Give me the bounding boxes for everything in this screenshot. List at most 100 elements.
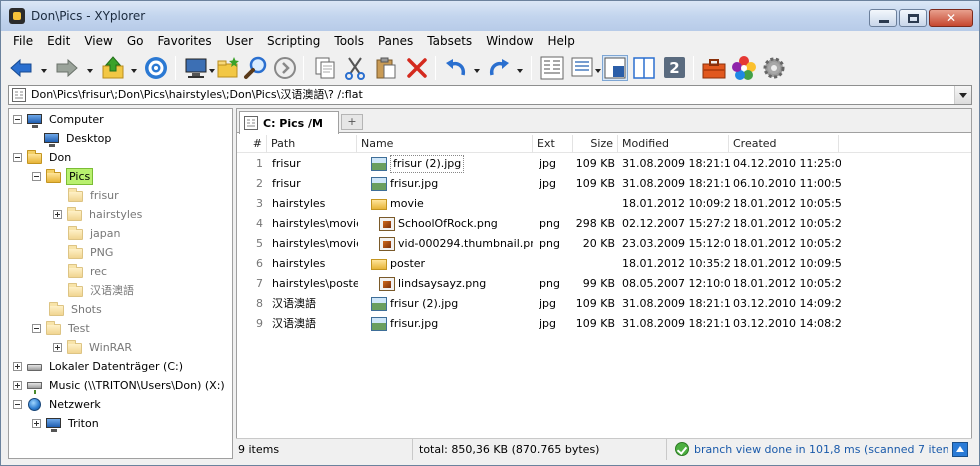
tree-item-frisur[interactable]: frisur: [67, 186, 121, 205]
expand-icon[interactable]: [53, 210, 62, 219]
menu-user[interactable]: User: [219, 34, 260, 48]
tree-item-netzwerk[interactable]: Netzwerk: [13, 395, 103, 414]
find-files-button[interactable]: [243, 55, 269, 81]
expand-icon[interactable]: [32, 419, 41, 428]
file-row[interactable]: 1 frisur jpg 109 KB 31.08.2009 18:21:10 04.12…: [237, 154, 971, 174]
delete-button[interactable]: [404, 55, 430, 81]
tree-item-rec[interactable]: rec: [67, 262, 109, 281]
preview-pane-button[interactable]: [602, 55, 628, 81]
toolbox-button[interactable]: [701, 55, 727, 81]
file-row[interactable]: 8 汉语澳語 jpg 109 KB 31.08.2009 18:21:10 03.12.2…: [237, 294, 971, 314]
column-size[interactable]: Size: [573, 135, 618, 153]
undo-dropdown[interactable]: [473, 65, 481, 73]
menu-go[interactable]: Go: [120, 34, 151, 48]
tab-pics[interactable]: C: Pics /M: [239, 111, 339, 134]
collapse-icon[interactable]: [32, 324, 41, 333]
tree-item-japan[interactable]: japan: [67, 224, 123, 243]
menu-favorites[interactable]: Favorites: [150, 34, 218, 48]
tree-item-music-drive[interactable]: Music (\\TRITON\Users\Don) (X:): [13, 376, 227, 395]
up-dropdown[interactable]: [130, 65, 138, 73]
file-row[interactable]: 7 hairstyles\poster png 99 KB 08.05.2007 12:…: [237, 274, 971, 294]
column-index[interactable]: #: [237, 135, 267, 153]
cell-size: 109 KB: [575, 177, 615, 190]
file-row[interactable]: 3 hairstyles 18.01.2012 10:09:27 18.01.2012…: [237, 194, 971, 214]
menu-file[interactable]: File: [6, 34, 40, 48]
close-button[interactable]: ✕: [929, 9, 973, 27]
paste-button[interactable]: [373, 55, 399, 81]
collapse-icon[interactable]: [32, 172, 41, 181]
collapse-icon[interactable]: [13, 115, 22, 124]
folder-tree[interactable]: Computer Desktop Don Pics frisur hairsty…: [8, 108, 233, 459]
column-path[interactable]: Path: [267, 135, 357, 153]
tree-item-test[interactable]: Test: [32, 319, 92, 338]
tree-item-shots[interactable]: Shots: [48, 300, 104, 319]
column-name[interactable]: Name: [357, 135, 533, 153]
view-mode-dropdown[interactable]: [594, 65, 602, 73]
menu-window[interactable]: Window: [479, 34, 540, 48]
column-ext[interactable]: Ext: [533, 135, 573, 153]
tree-item-png[interactable]: PNG: [67, 243, 115, 262]
dropdown-arrow-icon: [517, 69, 523, 73]
hotlist-button[interactable]: [143, 55, 169, 81]
collapse-icon[interactable]: [13, 153, 22, 162]
menu-help[interactable]: Help: [541, 34, 582, 48]
branch-view-button[interactable]: [539, 55, 565, 81]
tree-item-hairstyles[interactable]: hairstyles: [53, 205, 144, 224]
column-created[interactable]: Created: [729, 135, 839, 153]
tree-item-pics[interactable]: Pics: [32, 167, 94, 186]
forward-history-dropdown[interactable]: [86, 65, 94, 73]
expand-icon[interactable]: [53, 343, 62, 352]
new-tab-button[interactable]: +: [341, 114, 363, 130]
cell-ext: png: [539, 217, 560, 230]
drives-button[interactable]: [183, 55, 209, 81]
file-row[interactable]: 9 汉语澳語 jpg 109 KB 31.08.2009 18:21:10 03.12.2…: [237, 314, 971, 334]
tree-item-triton[interactable]: Triton: [32, 414, 101, 433]
expand-icon[interactable]: [13, 381, 22, 390]
copy-button[interactable]: [312, 55, 338, 81]
file-row[interactable]: 4 hairstyles\movie png 298 KB 02.12.2007 15:…: [237, 214, 971, 234]
file-row[interactable]: 5 hairstyles\movie png 20 KB 23.03.2009 15:1…: [237, 234, 971, 254]
dual-pane-button[interactable]: [632, 55, 658, 81]
title-bar[interactable]: Don\Pics - XYplorer ✕: [1, 1, 979, 31]
status-arrow-up-icon[interactable]: [952, 442, 968, 457]
back-history-dropdown[interactable]: [40, 65, 48, 73]
refresh-button[interactable]: [272, 55, 298, 81]
tree-item-local-drive[interactable]: Lokaler Datenträger (C:): [13, 357, 185, 376]
forward-button[interactable]: [54, 55, 80, 81]
tree-item-label: Computer: [49, 113, 104, 126]
color-filter-button[interactable]: [731, 55, 757, 81]
undo-button[interactable]: [443, 55, 469, 81]
view-mode-button[interactable]: [570, 55, 596, 81]
menu-view[interactable]: View: [77, 34, 119, 48]
tree-item-chinese[interactable]: 汉语澳語: [67, 281, 136, 300]
xyplorer-logo-icon[interactable]: [9, 8, 25, 24]
file-row[interactable]: 2 frisur jpg 109 KB 31.08.2009 18:21:10 06.10…: [237, 174, 971, 194]
cut-button[interactable]: [342, 55, 368, 81]
back-button[interactable]: [8, 55, 34, 81]
column-modified[interactable]: Modified: [618, 135, 729, 153]
menu-scripting[interactable]: Scripting: [260, 34, 327, 48]
minimize-button[interactable]: [869, 9, 897, 27]
file-row[interactable]: 6 hairstyles 18.01.2012 10:35:20 18.01.2012…: [237, 254, 971, 274]
redo-dropdown[interactable]: [516, 65, 524, 73]
tree-item-desktop[interactable]: Desktop: [30, 129, 113, 148]
tree-item-label: WinRAR: [89, 341, 133, 354]
tree-item-computer[interactable]: Computer: [13, 110, 106, 129]
collapse-icon[interactable]: [13, 400, 22, 409]
menu-tools[interactable]: Tools: [327, 34, 371, 48]
expand-icon[interactable]: [13, 362, 22, 371]
address-input[interactable]: [31, 86, 951, 104]
new-folder-button[interactable]: [215, 55, 241, 81]
menu-tabsets[interactable]: Tabsets: [420, 34, 479, 48]
up-button[interactable]: [100, 55, 126, 81]
address-dropdown-button[interactable]: [954, 86, 971, 104]
tree-item-don[interactable]: Don: [13, 148, 73, 167]
redo-button[interactable]: [486, 55, 512, 81]
menu-edit[interactable]: Edit: [40, 34, 77, 48]
tree-item-winrar[interactable]: WinRAR: [53, 338, 134, 357]
menu-panes[interactable]: Panes: [371, 34, 420, 48]
pane-two-button[interactable]: 2: [662, 55, 688, 81]
configuration-button[interactable]: [761, 55, 787, 81]
status-message[interactable]: branch view done in 101,8 ms (scanned 7 …: [672, 439, 948, 460]
maximize-button[interactable]: [899, 9, 927, 27]
